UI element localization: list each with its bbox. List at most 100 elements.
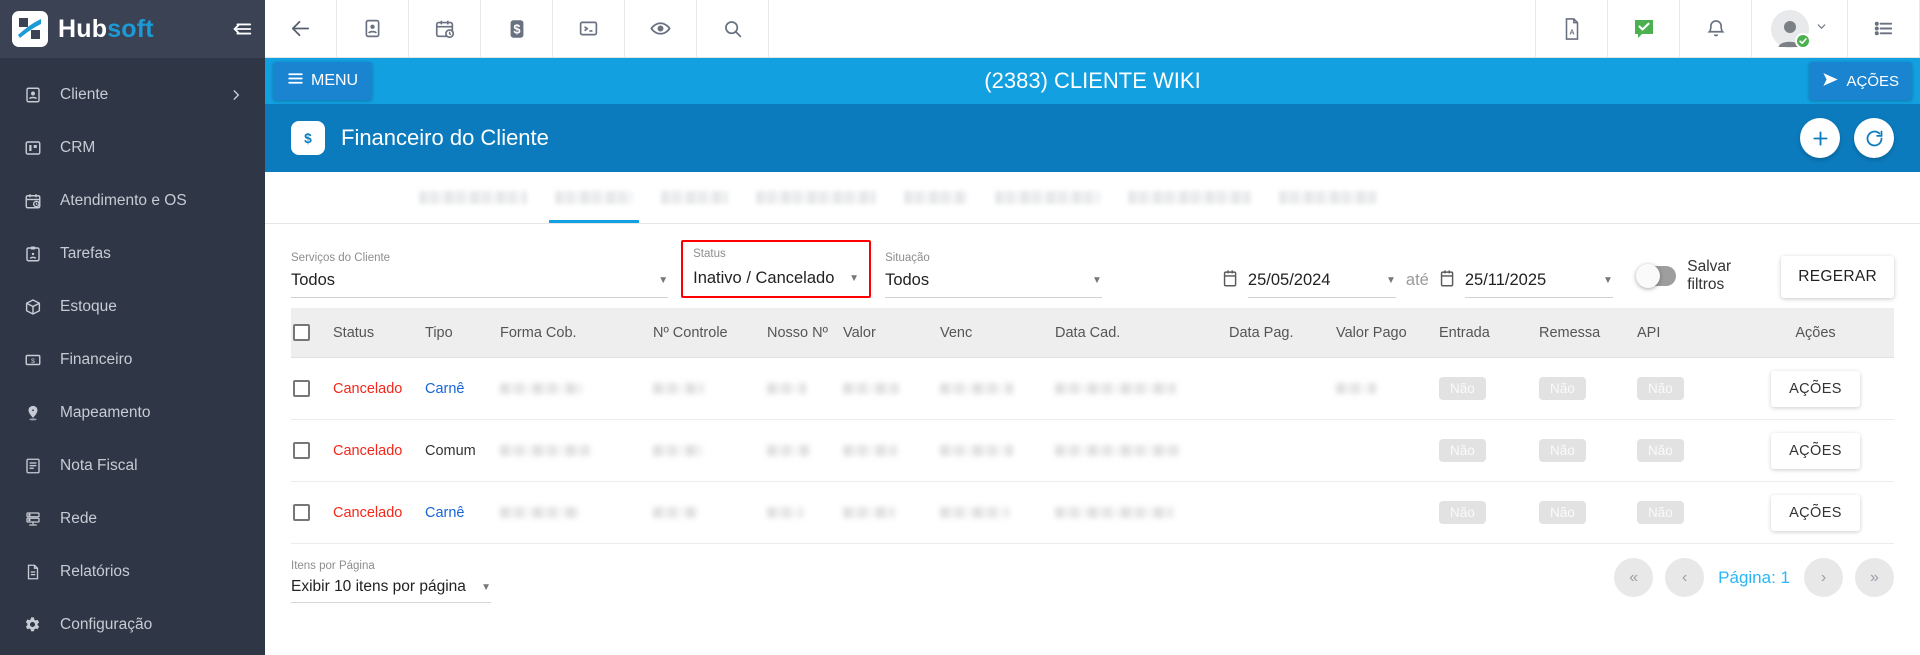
tab-item-0[interactable] (405, 171, 541, 223)
cell-valor (843, 507, 940, 518)
page-header-actions (1800, 118, 1894, 158)
tab-item-7[interactable] (1265, 171, 1391, 223)
row-acoes-button[interactable]: AÇÕES (1771, 432, 1860, 469)
add-button[interactable] (1800, 118, 1840, 158)
items-per-page-value: Exibir 10 itens por página (291, 578, 466, 595)
date-to-field[interactable]: 25/11/2025 ▼ (1439, 269, 1613, 298)
sidebar-item-rede[interactable]: Rede (0, 492, 265, 545)
brand-title: Hubsoft (58, 15, 154, 44)
gear-icon (22, 614, 43, 635)
tab-item-5[interactable] (981, 171, 1114, 223)
page-header: $ Financeiro do Cliente (265, 104, 1920, 172)
collapse-sidebar-icon[interactable] (231, 18, 253, 40)
sidebar-item-relatorios[interactable]: Relatórios (0, 545, 265, 598)
redacted-value (767, 383, 806, 394)
row-checkbox-cell (291, 504, 333, 521)
row-checkbox[interactable] (293, 442, 310, 459)
items-per-page-select[interactable]: Itens por Página Exibir 10 itens por pág… (291, 560, 491, 603)
green-check-chat-icon[interactable] (1608, 0, 1680, 57)
date-to-value-wrap: 25/11/2025 ▼ (1464, 271, 1613, 298)
search-icon[interactable] (697, 0, 769, 57)
servicos-label: Serviços do Cliente (291, 252, 391, 264)
regerar-button[interactable]: REGERAR (1781, 256, 1894, 298)
entrada-badge: Não (1439, 377, 1486, 400)
svg-text:$: $ (513, 21, 520, 36)
client-acoes-button[interactable]: AÇÕES (1809, 62, 1912, 100)
cell-status: Cancelado (333, 504, 403, 521)
calendar-clock-icon (22, 190, 43, 211)
top-toolbar: $ A (265, 0, 1920, 58)
sidebar-item-nota-fiscal[interactable]: Nota Fiscal (0, 439, 265, 492)
sidebar-item-atendimento-e-os[interactable]: Atendimento e OS (0, 174, 265, 227)
sidebar-item-label: Tarefas (60, 244, 111, 262)
first-page-button[interactable]: « (1614, 558, 1654, 597)
status-select[interactable]: Status Inativo / Cancelado ▼ (681, 240, 872, 298)
date-from-field[interactable]: 25/05/2024 ▼ (1222, 269, 1396, 298)
cell-n-controle (653, 445, 767, 456)
sidebar-item-crm[interactable]: CRM (0, 121, 265, 174)
hubsoft-logo-icon (12, 11, 48, 47)
tab-label-blurred (995, 190, 1100, 204)
sidebar-item-tarefas[interactable]: Tarefas (0, 227, 265, 280)
situacao-select[interactable]: Situação Todos ▼ (885, 252, 1102, 298)
svg-text:$: $ (304, 131, 312, 146)
cell-tipo[interactable]: Carnê (425, 381, 500, 397)
status-label: Status (693, 248, 726, 260)
menu-button[interactable]: MENU (273, 62, 373, 100)
column-header-valor: Valor (843, 324, 876, 341)
box-icon (22, 296, 43, 317)
tab-item-4[interactable] (890, 171, 981, 223)
date-from-value: 25/05/2024 (1247, 271, 1331, 289)
list-menu-icon[interactable] (1848, 0, 1920, 57)
remessa-badge: Não (1539, 377, 1586, 400)
bell-icon[interactable] (1680, 0, 1752, 57)
row-acoes-button[interactable]: AÇÕES (1771, 370, 1860, 407)
cell-status: Cancelado (333, 442, 403, 459)
calendar-clock-icon[interactable] (409, 0, 481, 57)
sidebar-item-estoque[interactable]: Estoque (0, 280, 265, 333)
situacao-label: Situação (885, 252, 930, 264)
cell-forma-cob (500, 383, 653, 394)
cell-entrada: Não (1439, 377, 1539, 400)
sidebar-item-mapeamento[interactable]: Mapeamento (0, 386, 265, 439)
cell-venc (940, 445, 1055, 456)
cell-data-cad (1055, 507, 1229, 518)
tab-item-6[interactable] (1114, 171, 1265, 223)
pdf-file-icon[interactable]: A (1536, 0, 1608, 57)
sidebar-item-financeiro[interactable]: $ Financeiro (0, 333, 265, 386)
cell-tipo[interactable]: Carnê (425, 505, 500, 521)
brand-name-part1: Hub (58, 14, 108, 43)
table-row: Cancelado Carnê Não Não Não AÇÕES (291, 482, 1894, 544)
save-filters-toggle[interactable] (1635, 264, 1677, 288)
cell-tipo: Comum (425, 442, 476, 459)
server-icon (22, 508, 43, 529)
tab-bar (265, 172, 1920, 224)
sidebar-item-cliente[interactable]: Cliente (0, 68, 265, 121)
terminal-icon[interactable] (553, 0, 625, 57)
row-checkbox[interactable] (293, 504, 310, 521)
prev-page-button[interactable]: ‹ (1665, 558, 1705, 597)
redacted-value (653, 383, 704, 394)
last-page-button[interactable]: » (1855, 558, 1894, 597)
refresh-icon[interactable] (1854, 118, 1894, 158)
tab-item-2[interactable] (647, 171, 742, 223)
user-avatar-menu[interactable] (1752, 0, 1848, 57)
select-all-checkbox[interactable] (293, 324, 310, 341)
tab-item-1-active[interactable] (541, 171, 647, 223)
servicos-do-cliente-select[interactable]: Serviços do Cliente Todos ▼ (291, 252, 669, 298)
sidebar-item-configuracao[interactable]: Configuração (0, 598, 265, 651)
eye-icon[interactable] (625, 0, 697, 57)
column-header-status: Status (333, 324, 375, 341)
row-acoes-button[interactable]: AÇÕES (1771, 494, 1860, 531)
entrada-badge: Não (1439, 501, 1486, 524)
next-page-button[interactable]: › (1804, 558, 1843, 597)
cell-entrada: Não (1439, 501, 1539, 524)
items-per-page-label: Itens por Página (291, 560, 375, 572)
money-bill-icon[interactable]: $ (481, 0, 553, 57)
contact-card-icon[interactable] (337, 0, 409, 57)
back-arrow-icon[interactable] (265, 0, 337, 57)
tab-item-3[interactable] (742, 171, 890, 223)
row-checkbox[interactable] (293, 380, 310, 397)
table-footer: Itens por Página Exibir 10 itens por pág… (265, 544, 1920, 603)
cell-n-controle (653, 383, 767, 394)
